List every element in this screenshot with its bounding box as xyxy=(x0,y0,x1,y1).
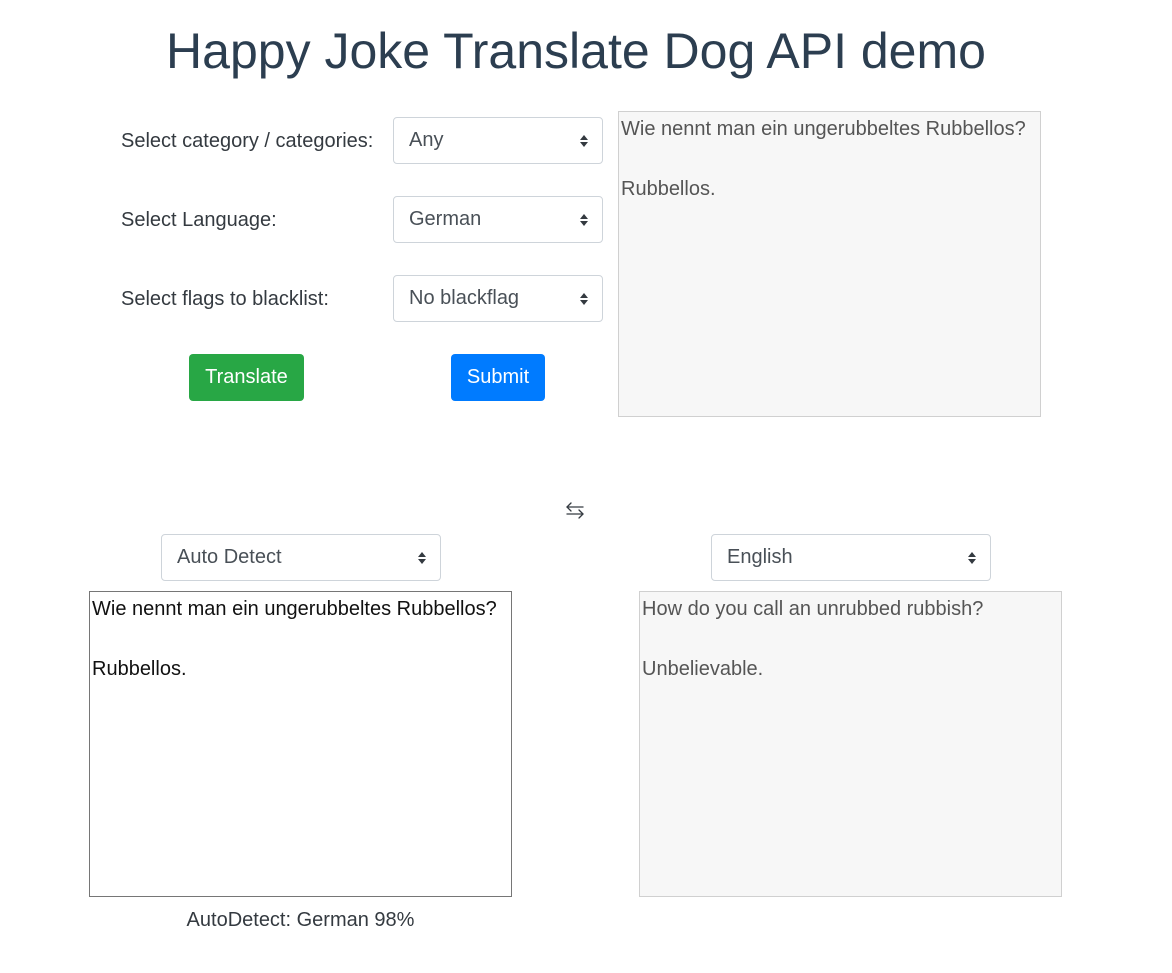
category-select-value: Any xyxy=(409,129,444,151)
language-select[interactable]: German xyxy=(393,196,603,243)
target-text-area: How do you call an unrubbed rubbish? Unb… xyxy=(639,591,1062,897)
target-language-select[interactable]: English xyxy=(711,534,991,581)
joke-output-box: Wie nennt man ein ungerubbeltes Rubbello… xyxy=(618,111,1041,417)
blacklist-label: Select flags to blacklist: xyxy=(121,288,329,310)
language-label: Select Language: xyxy=(121,209,277,231)
submit-button[interactable]: Submit xyxy=(451,354,545,401)
blacklist-select-value: No blackflag xyxy=(409,287,520,309)
select-caret-icon xyxy=(418,552,426,564)
swap-arrows-icon[interactable] xyxy=(563,498,587,522)
language-select-value: German xyxy=(409,208,482,230)
autodetect-status: AutoDetect: German 98% xyxy=(186,909,415,931)
select-caret-icon xyxy=(580,214,588,226)
page-title: Happy Joke Translate Dog API demo xyxy=(166,23,986,79)
source-language-select[interactable]: Auto Detect xyxy=(161,534,441,581)
translate-button[interactable]: Translate xyxy=(189,354,304,401)
select-caret-icon xyxy=(580,135,588,147)
category-label: Select category / categories: xyxy=(121,130,374,152)
source-language-value: Auto Detect xyxy=(177,546,282,568)
target-language-value: English xyxy=(727,546,793,568)
select-caret-icon xyxy=(968,552,976,564)
select-caret-icon xyxy=(580,293,588,305)
category-select[interactable]: Any xyxy=(393,117,603,164)
source-text-area[interactable]: Wie nennt man ein ungerubbeltes Rubbello… xyxy=(89,591,512,897)
blacklist-select[interactable]: No blackflag xyxy=(393,275,603,322)
